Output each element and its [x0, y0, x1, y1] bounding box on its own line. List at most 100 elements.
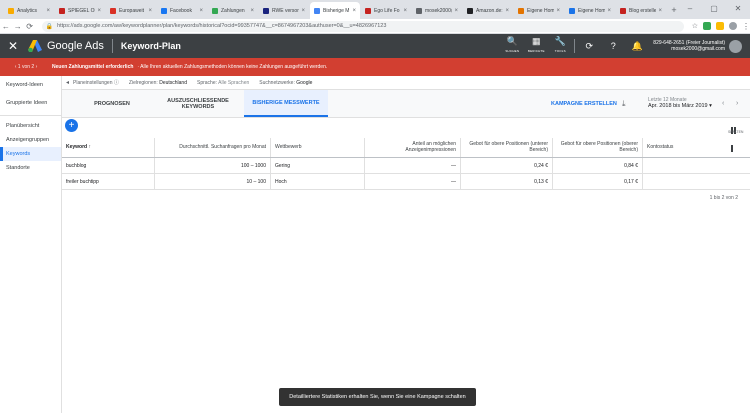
plan-settings-text: Planeinstellungen	[73, 80, 113, 86]
nav-item-keywords[interactable]: Keywords	[0, 147, 61, 161]
tools-label: TOOLS	[554, 49, 566, 53]
favicon-icon	[161, 7, 167, 14]
forward-icon[interactable]: →	[12, 22, 24, 31]
plan-settings-bar: ◂ Planeinstellungen ⓘ Zielregionen: Deut…	[62, 76, 750, 90]
favicon-icon	[110, 7, 116, 14]
table-row[interactable]: buchblog 100 – 1000 Gering — 0,24 € 0,84…	[62, 158, 750, 174]
help-icon[interactable]: ?	[601, 41, 625, 51]
profile-icon[interactable]	[729, 22, 738, 30]
column-header-competition[interactable]: Wettbewerb	[271, 138, 365, 157]
menu-icon[interactable]: ⋮	[742, 22, 750, 31]
column-header-keyword[interactable]: Keyword ↑	[62, 138, 155, 157]
table-row[interactable]: freiler buchtipp 10 – 100 Hoch — 0,13 € …	[62, 174, 750, 190]
nav-item-locations[interactable]: Standorte	[0, 161, 61, 175]
url-input[interactable]: 🔒 https://ads.google.com/aw/keywordplann…	[41, 20, 684, 32]
table-header-row: Keyword ↑ Durchschnittl. Suchanfragen pr…	[62, 138, 750, 158]
star-icon[interactable]: ☆	[692, 22, 698, 30]
back-icon[interactable]: ←	[0, 22, 12, 31]
tab-close-icon[interactable]: ×	[454, 8, 458, 14]
create-campaign-button[interactable]: KAMPAGNE ERSTELLEN	[551, 90, 617, 118]
browser-tab[interactable]: Europaweit ×	[106, 2, 156, 19]
browser-tab[interactable]: Eigene Hom ×	[565, 2, 615, 19]
tools-button[interactable]: 🔧 TOOLS	[548, 36, 572, 56]
browser-tab-label: Eigene Hom	[527, 7, 555, 14]
tab-forecasts[interactable]: PROGNOSEN	[72, 90, 152, 117]
browser-tab[interactable]: Blog erstelle ×	[616, 2, 666, 19]
banner-pager[interactable]: ‹ 1 von 2 ›	[0, 64, 52, 70]
left-nav: Keyword-Ideen Gruppierte Ideen Planübers…	[0, 76, 62, 413]
favicon-icon	[416, 7, 422, 14]
tab-close-icon[interactable]: ×	[556, 8, 560, 14]
setting-key: Zielregionen:	[128, 79, 158, 86]
column-header-impression-share[interactable]: Anteil an möglichen Anzeigenimpressionen	[365, 138, 461, 157]
nav-item-plan-overview[interactable]: Planübersicht	[0, 119, 61, 133]
header-divider	[111, 39, 113, 53]
tab-close-icon[interactable]: ×	[403, 8, 407, 14]
avatar[interactable]	[729, 39, 742, 53]
browser-tab[interactable]: mosek2000@×	[412, 2, 462, 19]
browser-tab[interactable]: Eigene Hom ×	[514, 2, 564, 19]
tab-close-icon[interactable]: ×	[250, 8, 254, 14]
browser-tab[interactable]: Amazon.de: ×	[463, 2, 513, 19]
window-close-button[interactable]: ✕	[726, 0, 750, 19]
setting-locations[interactable]: Zielregionen: Deutschland	[129, 80, 187, 86]
columns-icon[interactable]	[731, 121, 739, 152]
reports-button[interactable]: ▦ BERICHTE	[524, 36, 548, 56]
browser-tab-strip: Analytics × SPIEGEL ON × Europaweit × Facebook…	[0, 0, 750, 19]
cell-account-status	[643, 174, 750, 189]
browser-tab[interactable]: SPIEGEL ON ×	[55, 2, 105, 19]
tab-close-icon[interactable]: ×	[46, 8, 50, 14]
tab-close-icon[interactable]: ×	[148, 8, 152, 14]
info-icon: ⓘ	[113, 80, 119, 86]
browser-tab-label: Amazon.de:	[476, 7, 503, 14]
browser-tab[interactable]: Bisherige M ×	[310, 2, 360, 19]
close-icon[interactable]: ✕	[4, 39, 22, 53]
date-range-picker[interactable]: Letzte 12 Monate Apr. 2018 bis März 2019…	[648, 97, 712, 109]
browser-tab[interactable]: Zahlungen ×	[208, 2, 258, 19]
extension-icon[interactable]	[716, 22, 725, 30]
tab-close-icon[interactable]: ×	[658, 8, 662, 14]
setting-networks[interactable]: Suchnetzwerke: Google	[259, 80, 312, 86]
browser-tab[interactable]: RWE versorg ×	[259, 2, 309, 19]
account-info[interactable]: 829-648-2651 (Freier Journalist) mosek20…	[653, 40, 725, 52]
favicon-icon	[620, 7, 626, 14]
tab-close-icon[interactable]: ×	[301, 8, 305, 14]
nav-item-ad-groups[interactable]: Anzeigengruppen	[0, 133, 61, 147]
column-header-account-status[interactable]: Kontostatus	[643, 138, 750, 157]
browser-tab[interactable]: Ego Life Fo ×	[361, 2, 411, 19]
tab-close-icon[interactable]: ×	[607, 8, 611, 14]
column-header-avg-searches[interactable]: Durchschnittl. Suchanfragen pro Monat	[155, 138, 271, 157]
column-header-bid-high[interactable]: Gebot für obere Positionen (oberer Berei…	[553, 138, 643, 157]
tab-close-icon[interactable]: ×	[97, 8, 101, 14]
favicon-icon	[8, 7, 14, 14]
cell-avg-searches: 10 – 100	[155, 174, 271, 189]
refresh-icon[interactable]: ⟳	[577, 41, 601, 51]
tab-historical-metrics[interactable]: BISHERIGE MESSWERTE	[244, 90, 328, 117]
search-tool-button[interactable]: 🔍 SUCHEN	[500, 36, 524, 56]
reload-icon[interactable]: ⟳	[24, 22, 36, 31]
bell-icon[interactable]: 🔔	[625, 41, 649, 51]
download-icon[interactable]: ⤓	[622, 99, 626, 109]
nav-item-keyword-ideas[interactable]: Keyword-Ideen	[0, 76, 61, 94]
tab-close-icon[interactable]: ×	[505, 8, 509, 14]
nav-item-grouped-ideas[interactable]: Gruppierte Ideen	[0, 94, 61, 112]
tab-close-icon[interactable]: ×	[199, 8, 203, 14]
date-prev-icon[interactable]: ‹	[722, 100, 724, 107]
maximize-button[interactable]: ▢	[702, 0, 726, 19]
collapse-icon[interactable]: ◂	[66, 79, 69, 86]
minimize-button[interactable]: –	[678, 0, 702, 19]
extension-icon[interactable]	[703, 22, 712, 30]
column-header-bid-low[interactable]: Gebot für obere Positionen (unterer Bere…	[461, 138, 553, 157]
browser-tab[interactable]: Facebook ×	[157, 2, 207, 19]
search-icon: 🔍	[506, 36, 518, 46]
setting-language[interactable]: Sprache: Alle Sprachen	[197, 80, 249, 86]
add-keyword-button[interactable]: +	[65, 119, 78, 132]
plan-settings-label[interactable]: Planeinstellungen ⓘ	[73, 79, 119, 86]
browser-tab[interactable]: Analytics ×	[4, 2, 54, 19]
nav-divider	[0, 115, 61, 116]
toast-message: Detailliertere Statistiken erhalten Sie,…	[279, 388, 476, 406]
date-next-icon[interactable]: ›	[736, 100, 738, 107]
header-divider	[574, 39, 576, 53]
tab-close-icon[interactable]: ×	[352, 8, 356, 14]
tab-negative-keywords[interactable]: AUSZUSCHLIESSENDE KEYWORDS	[158, 90, 238, 117]
